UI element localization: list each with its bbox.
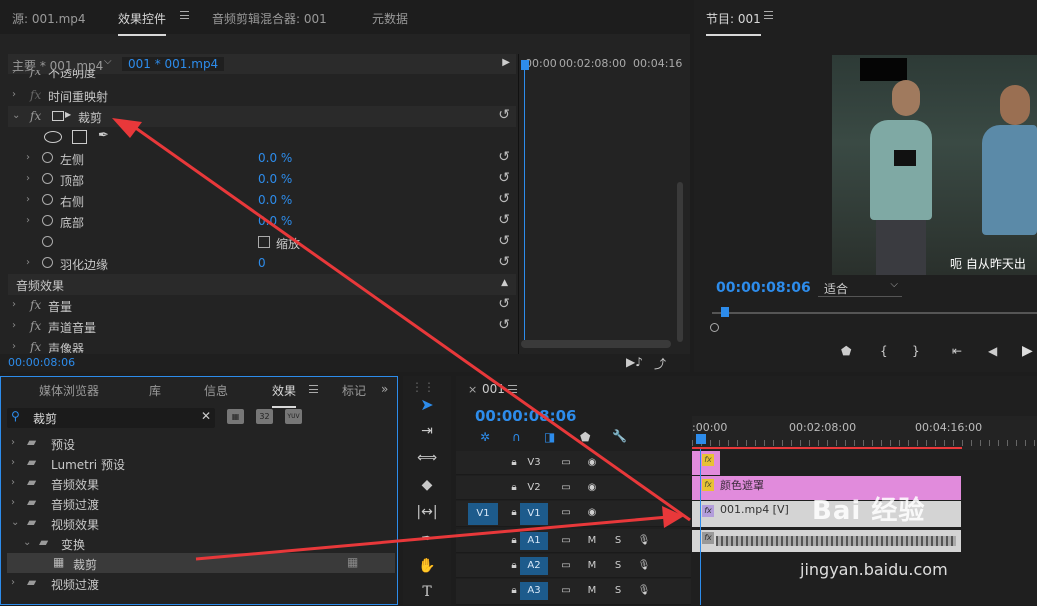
annotation-arrows: [112, 118, 691, 561]
arrow-to-clip: [195, 506, 684, 561]
arrow-to-crop: [112, 118, 691, 522]
